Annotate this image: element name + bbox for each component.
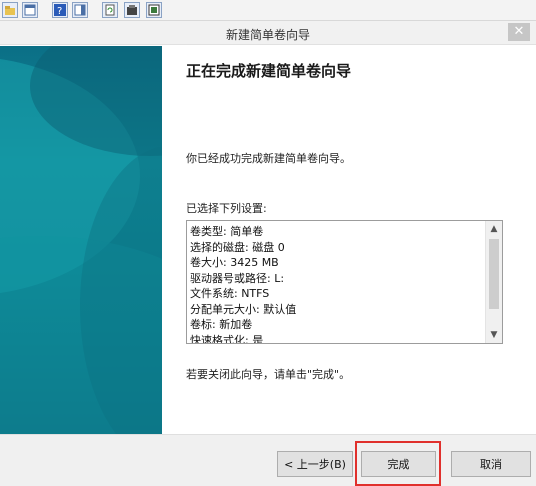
vertical-scrollbar[interactable]: ▲ ▼ (485, 221, 502, 343)
wizard-banner-image (0, 46, 162, 434)
scroll-up-icon[interactable]: ▲ (486, 221, 502, 237)
refresh-icon[interactable] (102, 2, 118, 18)
settings-item: 卷大小: 3425 MB (190, 256, 279, 269)
help-icon[interactable]: ? (52, 2, 68, 18)
close-button[interactable]: ✕ (508, 23, 530, 41)
wizard-side-graphic (0, 46, 162, 434)
success-message: 你已经成功完成新建简单卷向导。 (186, 152, 351, 165)
settings-item: 卷标: 新加卷 (190, 318, 253, 331)
action-pane-icon-svg (74, 4, 86, 16)
settings-item: 卷类型: 简单卷 (190, 225, 264, 238)
properties-icon-svg (127, 5, 137, 15)
refresh-icon-svg (105, 4, 115, 16)
folder-up-icon[interactable] (2, 2, 18, 18)
settings-label: 已选择下列设置: (186, 202, 267, 215)
properties-icon[interactable] (124, 2, 140, 18)
export-list-icon-svg (148, 4, 160, 16)
button-bar: < 上一步(B) 完成 取消 (0, 434, 536, 486)
folder-up-icon-svg (5, 6, 15, 15)
settings-item: 驱动器号或路径: L: (190, 271, 285, 285)
export-list-icon[interactable] (146, 2, 162, 18)
action-pane-icon[interactable] (72, 2, 88, 18)
console-tree-icon-svg (24, 4, 36, 16)
settings-item: 快速格式化: 是 (190, 333, 264, 344)
settings-list: 卷类型: 简单卷 选择的磁盘: 磁盘 0 卷大小: 3425 MB 驱动器号或路… (190, 224, 486, 344)
title-bar: 新建简单卷向导 ✕ (0, 21, 536, 45)
settings-item: 选择的磁盘: 磁盘 0 (190, 240, 285, 254)
scroll-down-icon[interactable]: ▼ (486, 327, 502, 343)
svg-text:?: ? (57, 6, 62, 16)
settings-item: 分配单元大小: 默认值 (190, 302, 297, 316)
window-title: 新建简单卷向导 (225, 28, 310, 42)
finish-highlight-box (355, 441, 441, 486)
page-heading: 正在完成新建简单卷向导 (186, 62, 352, 80)
settings-summary-box[interactable]: 卷类型: 简单卷 选择的磁盘: 磁盘 0 卷大小: 3425 MB 驱动器号或路… (186, 220, 503, 344)
settings-item: 文件系统: NTFS (190, 287, 270, 300)
scroll-thumb[interactable] (489, 239, 499, 309)
wizard-content: 正在完成新建简单卷向导 你已经成功完成新建简单卷向导。 已选择下列设置: 卷类型… (162, 46, 536, 434)
toolbar: ? (0, 0, 536, 20)
help-icon-svg: ? (54, 4, 66, 16)
console-tree-icon[interactable] (22, 2, 38, 18)
back-button[interactable]: < 上一步(B) (277, 451, 353, 477)
cancel-button[interactable]: 取消 (451, 451, 531, 477)
wizard-window: 新建简单卷向导 ✕ 正在完成新建简单卷向导 你已经成功完成新建简单卷向导。 已选… (0, 20, 536, 486)
close-hint: 若要关闭此向导，请单击"完成"。 (186, 368, 351, 381)
